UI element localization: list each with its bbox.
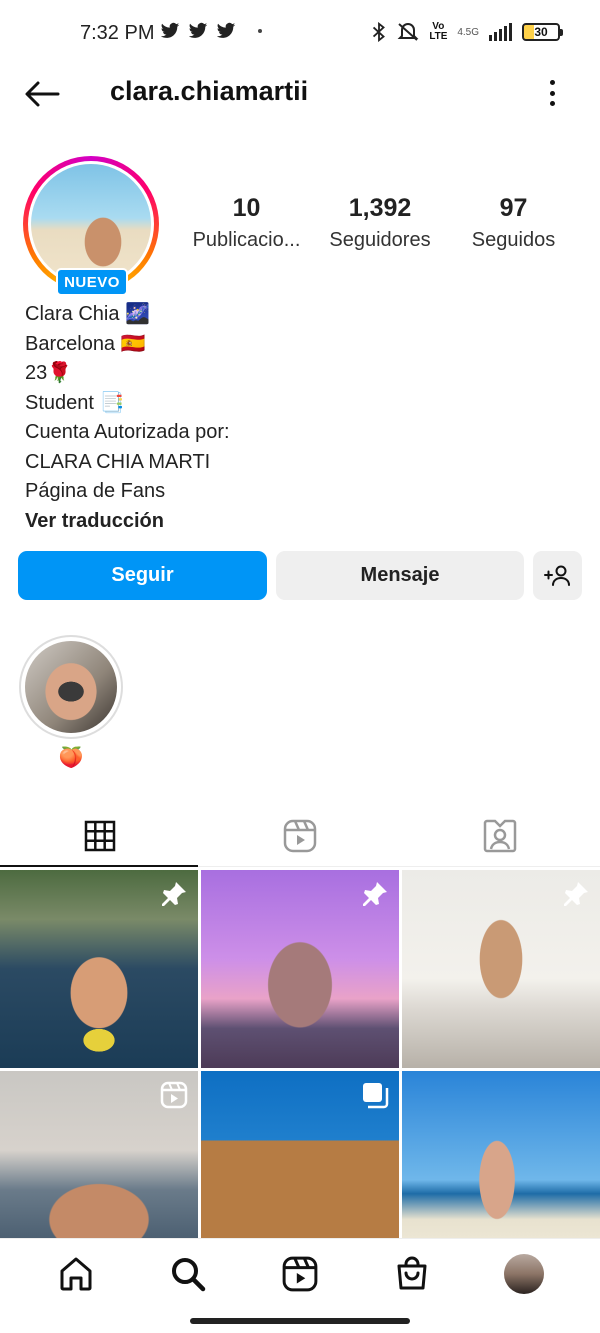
tagged-icon	[483, 819, 517, 852]
profile-tabs	[0, 805, 600, 867]
dot-icon	[549, 90, 555, 96]
bottom-navigation	[0, 1238, 600, 1308]
status-notifications	[160, 22, 262, 40]
reels-icon	[283, 819, 317, 852]
search-icon	[172, 1257, 206, 1291]
posts-grid	[0, 870, 600, 1269]
home-icon	[60, 1257, 92, 1290]
highlight-label: 🍑	[58, 747, 84, 769]
tab-tagged[interactable]	[400, 805, 600, 866]
profile-bio: Clara Chia 🌌 Barcelona 🇪🇸 23🌹 Student 📑 …	[25, 300, 585, 536]
pin-icon	[564, 882, 588, 906]
twitter-icon	[160, 22, 180, 38]
nav-shop[interactable]	[382, 1244, 442, 1304]
stat-label: Seguidores	[329, 229, 431, 251]
bluetooth-icon	[373, 22, 386, 42]
reels-icon	[282, 1256, 318, 1291]
status-bar: 7:32 PM Vo LTE 4.5G 30	[0, 0, 600, 66]
reel-icon	[160, 1081, 188, 1109]
twitter-icon	[216, 22, 236, 38]
stat-label: Publicacio...	[192, 229, 301, 251]
status-time: 7:32 PM	[80, 22, 155, 44]
tab-reels[interactable]	[200, 805, 400, 866]
profile-avatar	[31, 164, 151, 284]
mute-icon	[397, 23, 419, 41]
nav-profile[interactable]	[494, 1244, 554, 1304]
dot-icon	[258, 29, 262, 33]
profile-avatar	[504, 1253, 544, 1294]
tab-posts-grid[interactable]	[0, 805, 200, 867]
bio-line: Student 📑	[25, 391, 125, 414]
stat-value: 97	[499, 194, 528, 222]
message-button[interactable]: Mensaje	[276, 551, 524, 600]
stat-label: Seguidos	[471, 229, 556, 251]
suggested-users-button[interactable]	[533, 551, 582, 600]
bio-line: 23🌹	[25, 362, 73, 384]
bio-line: Cuenta Autorizada por:	[25, 421, 230, 443]
signal-icon	[489, 23, 512, 41]
dot-icon	[549, 101, 555, 106]
battery-icon: 30	[522, 23, 563, 41]
story-highlight[interactable]: 🍑	[19, 635, 123, 770]
followers-count[interactable]: 1,392 Seguidores	[314, 194, 447, 252]
twitter-icon	[188, 22, 208, 38]
new-story-badge: NUEVO	[56, 268, 128, 296]
stat-value: 10	[232, 194, 261, 222]
pin-icon	[363, 882, 387, 906]
add-user-icon	[543, 565, 570, 586]
highlight-cover	[25, 641, 117, 733]
see-translation-link[interactable]: Ver traducción	[25, 507, 585, 537]
home-indicator[interactable]	[190, 1318, 410, 1324]
follow-button[interactable]: Seguir	[18, 551, 267, 600]
post-thumbnail[interactable]	[0, 870, 198, 1068]
dot-icon	[549, 80, 555, 85]
pin-icon	[162, 882, 186, 906]
following-count[interactable]: 97 Seguidos	[447, 194, 580, 252]
network-type: 4.5G	[457, 26, 479, 38]
back-button[interactable]	[22, 78, 62, 110]
profile-actions: Seguir Mensaje	[18, 551, 582, 600]
carousel-icon	[363, 1083, 389, 1109]
post-thumbnail[interactable]	[402, 870, 600, 1068]
stat-value: 1,392	[348, 194, 412, 222]
shop-icon	[397, 1256, 427, 1289]
nav-search[interactable]	[158, 1244, 218, 1304]
volte-label: Vo LTE	[429, 21, 448, 42]
profile-header: clara.chiamartii	[0, 66, 600, 122]
more-options-button[interactable]	[540, 76, 564, 110]
arrow-left-icon	[25, 81, 60, 107]
bio-line: Página de Fans	[25, 480, 166, 502]
profile-stats: 10 Publicacio... 1,392 Seguidores 97 Seg…	[180, 194, 580, 252]
username-title: clara.chiamartii	[110, 76, 309, 106]
bio-line: CLARA CHIA MARTI	[25, 450, 211, 473]
post-thumbnail[interactable]	[201, 870, 399, 1068]
bio-line: Barcelona 🇪🇸	[25, 332, 146, 355]
status-system-icons: Vo LTE 4.5G 30	[371, 21, 563, 42]
nav-reels[interactable]	[270, 1244, 330, 1304]
bio-name: Clara Chia 🌌	[25, 303, 150, 325]
grid-icon	[84, 820, 116, 851]
posts-count[interactable]: 10 Publicacio...	[180, 194, 313, 252]
nav-home[interactable]	[46, 1244, 106, 1304]
